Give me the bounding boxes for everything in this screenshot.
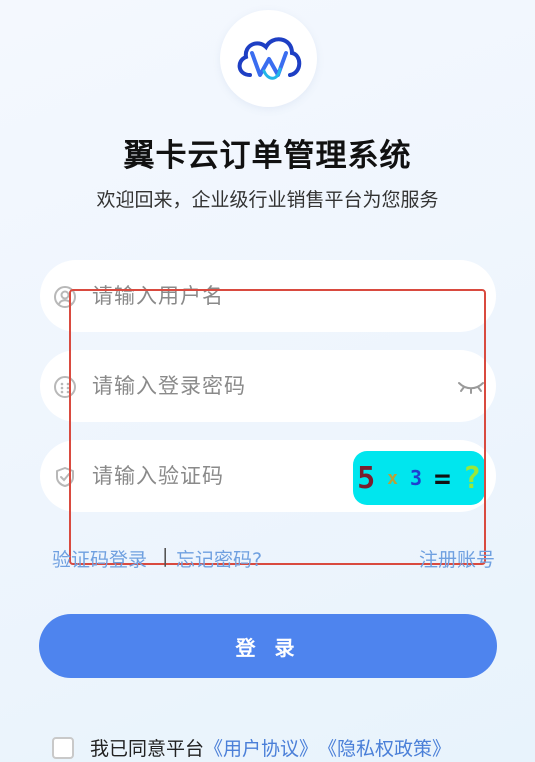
user-icon [54,286,76,308]
password-input[interactable] [92,350,412,422]
captcha-char: = [434,461,451,495]
login-button[interactable]: 登 录 [39,614,497,678]
username-field [40,260,496,332]
password-field [40,350,496,422]
user-agreement-link[interactable]: 《用户协议》 [204,734,318,761]
captcha-char: 5 [357,460,376,496]
captcha-char: 3 [409,466,423,490]
eye-closed-icon[interactable] [456,376,486,396]
sms-login-link[interactable]: 验证码登录 [52,545,147,572]
register-link[interactable]: 注册账号 [419,545,495,572]
agreement-row: 我已同意平台 《用户协议》 《隐私权政策》 [52,734,451,761]
cloud-w-logo-icon [237,36,301,80]
page-title: 翼卡云订单管理系统 [123,138,412,174]
captcha-char: ? [462,460,481,496]
agreement-prefix: 我已同意平台 [90,738,205,760]
captcha-image[interactable]: 5 x 3 = ? [353,451,485,505]
keypad-icon [54,376,76,398]
privacy-policy-link[interactable]: 《隐私权政策》 [318,734,451,761]
app-logo [220,10,317,107]
username-input[interactable] [92,260,412,332]
forgot-password-link[interactable]: 忘记密码? [176,545,262,572]
captcha-field: 5 x 3 = ? [40,440,496,512]
link-separator: | [162,545,169,567]
agreement-checkbox[interactable] [52,736,74,759]
captcha-char: x [387,467,398,489]
shield-icon [54,466,76,488]
page-subtitle: 欢迎回来，企业级行业销售平台为您服务 [96,189,439,211]
